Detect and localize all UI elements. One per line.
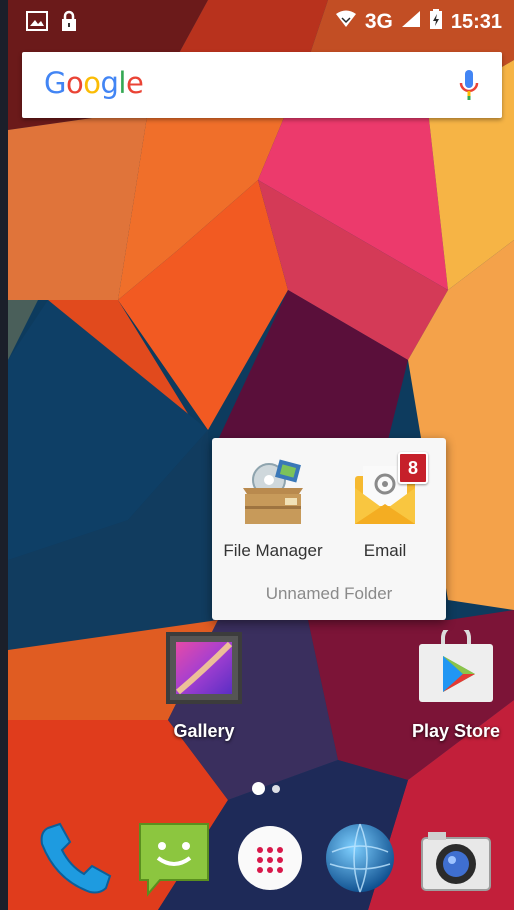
- wifi-icon: [335, 10, 357, 34]
- app-label: Play Store: [411, 721, 501, 741]
- lock-icon: [60, 10, 78, 38]
- google-logo: Google: [44, 66, 144, 100]
- battery-icon: [429, 9, 443, 35]
- dock-phone[interactable]: [34, 818, 114, 898]
- gallery-app[interactable]: Gallery: [156, 630, 252, 742]
- image-notification-icon: [26, 11, 48, 37]
- app-label: Email: [363, 541, 407, 560]
- messaging-icon: [134, 823, 214, 902]
- email-icon: [347, 466, 423, 534]
- network-type: 3G: [364, 10, 393, 33]
- app-label: File Manager: [223, 541, 323, 560]
- play-store-app[interactable]: Play Store: [406, 623, 506, 742]
- dock: [8, 808, 514, 908]
- page-dot[interactable]: [272, 784, 280, 793]
- page-dot-active[interactable]: [252, 782, 265, 795]
- dock-camera[interactable]: [416, 818, 496, 898]
- app-label: Gallery: [173, 721, 235, 741]
- file-manager-app[interactable]: File Manager: [218, 454, 328, 561]
- dock-messaging[interactable]: [134, 818, 214, 898]
- home-screen: 3G 15:31 Google File Manager Email 8 Unn…: [8, 0, 514, 910]
- clock: 15:31: [450, 10, 502, 33]
- phone-icon: [34, 822, 114, 902]
- file-manager-icon: [235, 459, 311, 534]
- signal-icon: [401, 10, 421, 34]
- folder-name[interactable]: Unnamed Folder: [212, 584, 446, 604]
- camera-icon: [416, 832, 496, 902]
- app-drawer-icon: [230, 826, 310, 902]
- status-bar: 3G 15:31: [8, 0, 514, 44]
- notification-badge: 8: [398, 452, 428, 484]
- browser-icon: [320, 823, 400, 902]
- google-search-bar[interactable]: Google: [22, 52, 502, 118]
- play-store-icon: [415, 623, 497, 710]
- mic-icon[interactable]: [458, 68, 480, 102]
- gallery-icon: [164, 632, 244, 710]
- dock-app-drawer[interactable]: [230, 818, 310, 898]
- dock-browser[interactable]: [320, 818, 400, 898]
- app-folder-popup: File Manager Email 8 Unnamed Folder: [212, 438, 446, 620]
- page-indicator: [252, 782, 280, 795]
